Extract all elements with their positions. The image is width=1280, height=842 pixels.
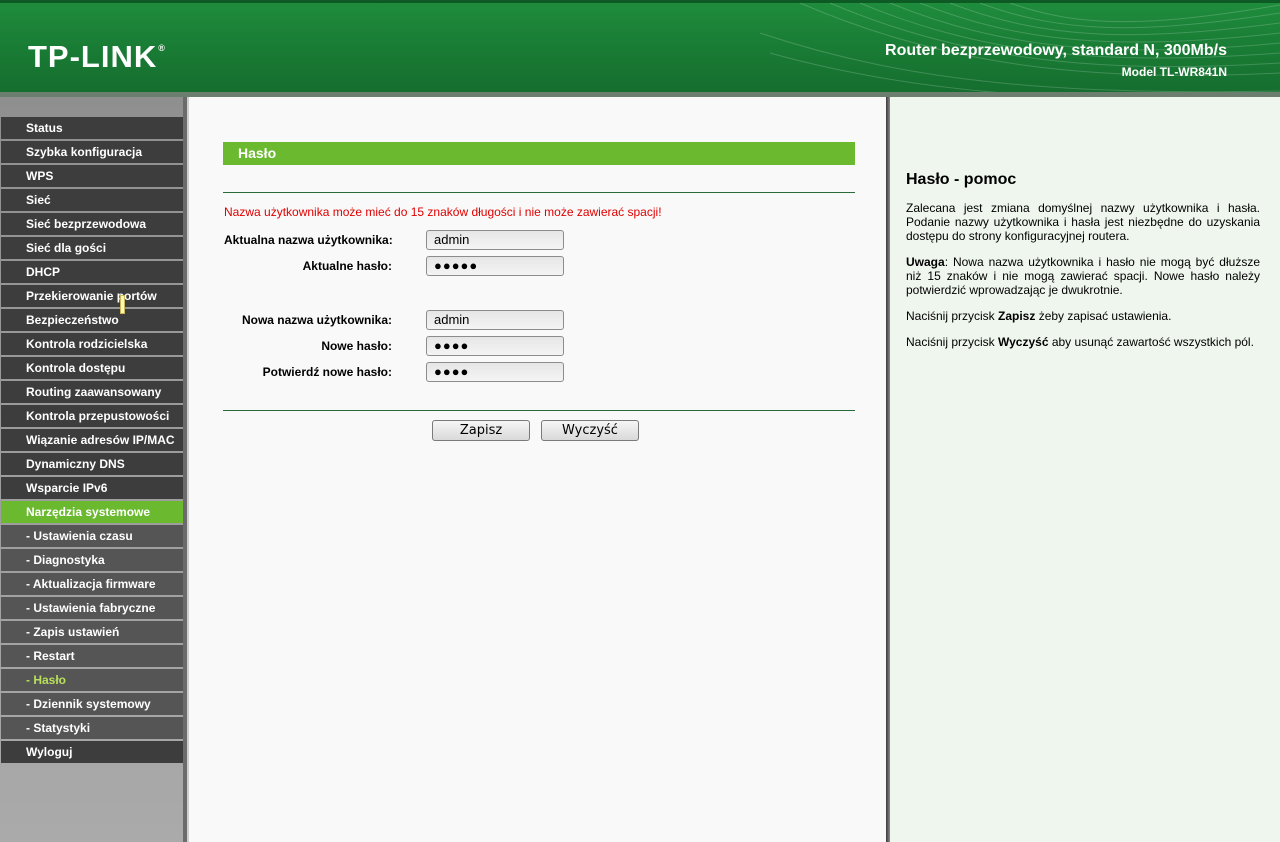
sidebar-item-bezpieczenstwo[interactable]: Bezpieczeństwo: [1, 309, 183, 331]
help-title: Hasło - pomoc: [906, 171, 1017, 188]
current-password-label: Aktualne hasło:: [302, 259, 392, 273]
sidebar-item-kontrola-przepustowosci[interactable]: Kontrola przepustowości: [1, 405, 183, 427]
help-paragraph-save: Naciśnij przycisk Zapisz żeby zapisać us…: [906, 309, 1260, 323]
help-note-label: Uwaga: [906, 255, 945, 269]
sidebar-item-kontrola-dostepu[interactable]: Kontrola dostępu: [1, 357, 183, 379]
help-paragraph-intro: Zalecana jest zmiana domyślnej nazwy uży…: [906, 201, 1260, 243]
sidebar-item-siec-bezprzewodowa[interactable]: Sieć bezprzewodowa: [1, 213, 183, 235]
new-password-label: Nowe hasło:: [321, 339, 392, 353]
sidebar-item-szybka-konfiguracja[interactable]: Szybka konfiguracja: [1, 141, 183, 163]
router-model: Model TL-WR841N: [1121, 65, 1227, 79]
sidebar-item-statystyki[interactable]: - Statystyki: [1, 717, 183, 739]
text-cursor-icon: [120, 295, 125, 314]
current-username-input[interactable]: admin: [426, 230, 564, 250]
help-panel: Hasło - pomoc Zalecana jest zmiana domyś…: [890, 97, 1280, 842]
sidebar-item-przekierowanie-portow[interactable]: Przekierowanie portów: [1, 285, 183, 307]
current-password-input[interactable]: ●●●●●: [426, 256, 564, 276]
top-divider: [223, 192, 855, 193]
sidebar-item-aktualizacja-firmware[interactable]: - Aktualizacja firmware: [1, 573, 183, 595]
page-title: Hasło: [223, 142, 855, 165]
sidebar-item-routing-zaawansowany[interactable]: Routing zaawansowany: [1, 381, 183, 403]
sidebar-item-kontrola-rodzicielska[interactable]: Kontrola rodzicielska: [1, 333, 183, 355]
sidebar-item-wiazanie-adresow-ip-mac[interactable]: Wiązanie adresów IP/MAC: [1, 429, 183, 451]
sidebar-item-ustawienia-czasu[interactable]: - Ustawienia czasu: [1, 525, 183, 547]
sidebar-item-wps[interactable]: WPS: [1, 165, 183, 187]
help-clear-pre: Naciśnij przycisk: [906, 335, 999, 349]
sidebar-item-diagnostyka[interactable]: - Diagnostyka: [1, 549, 183, 571]
new-username-input[interactable]: admin: [426, 310, 564, 330]
sidebar-item-siec[interactable]: Sieć: [1, 189, 183, 211]
main-panel: Hasło Nazwa użytkownika może mieć do 15 …: [187, 97, 887, 842]
help-note-text: : Nowa nazwa użytkownika i hasło nie mog…: [906, 255, 1260, 297]
current-username-label: Aktualna nazwa użytkownika:: [224, 233, 393, 247]
header-banner: TP-LINK® Router bezprzewodowy, standard …: [0, 0, 1280, 92]
sidebar-menu: Status Szybka konfiguracja WPS Sieć Sieć bez…: [1, 117, 183, 765]
sidebar-item-restart[interactable]: - Restart: [1, 645, 183, 667]
confirm-password-label: Potwierdź nowe hasło:: [262, 365, 392, 379]
sidebar-item-zapis-ustawien[interactable]: - Zapis ustawień: [1, 621, 183, 643]
help-save-bold: Zapisz: [998, 309, 1036, 323]
sidebar: Status Szybka konfiguracja WPS Sieć Sieć bez…: [0, 97, 186, 842]
help-save-post: żeby zapisać ustawienia.: [1035, 309, 1172, 323]
help-paragraph-note: Uwaga: Nowa nazwa użytkownika i hasło ni…: [906, 255, 1260, 297]
sidebar-item-dynamiczny-dns[interactable]: Dynamiczny DNS: [1, 453, 183, 475]
sidebar-item-dziennik-systemowy[interactable]: - Dziennik systemowy: [1, 693, 183, 715]
sidebar-item-siec-dla-gosci[interactable]: Sieć dla gości: [1, 237, 183, 259]
sidebar-item-narzedzia-systemowe[interactable]: Narzędzia systemowe: [1, 501, 183, 523]
sidebar-item-wsparcie-ipv6[interactable]: Wsparcie IPv6: [1, 477, 183, 499]
username-warning: Nazwa użytkownika może mieć do 15 znaków…: [224, 205, 662, 219]
help-clear-bold: Wyczyść: [998, 335, 1049, 349]
help-clear-post: aby usunąć zawartość wszystkich pól.: [1048, 335, 1254, 349]
help-paragraph-clear: Naciśnij przycisk Wyczyść aby usunąć zaw…: [906, 335, 1260, 349]
clear-button[interactable]: Wyczyść: [541, 420, 639, 441]
confirm-password-input[interactable]: ●●●●: [426, 362, 564, 382]
new-username-label: Nowa nazwa użytkownika:: [241, 313, 392, 327]
save-button[interactable]: Zapisz: [432, 420, 530, 441]
new-password-input[interactable]: ●●●●: [426, 336, 564, 356]
bottom-divider: [223, 410, 855, 411]
router-title: Router bezprzewodowy, standard N, 300Mb/…: [885, 42, 1227, 59]
sidebar-item-haslo[interactable]: - Hasło: [1, 669, 183, 691]
sidebar-item-ustawienia-fabryczne[interactable]: - Ustawienia fabryczne: [1, 597, 183, 619]
sidebar-item-wyloguj[interactable]: Wyloguj: [1, 741, 183, 763]
sidebar-item-status[interactable]: Status: [1, 117, 183, 139]
help-save-pre: Naciśnij przycisk: [906, 309, 999, 323]
sidebar-item-dhcp[interactable]: DHCP: [1, 261, 183, 283]
tp-link-logo: TP-LINK®: [28, 39, 166, 74]
